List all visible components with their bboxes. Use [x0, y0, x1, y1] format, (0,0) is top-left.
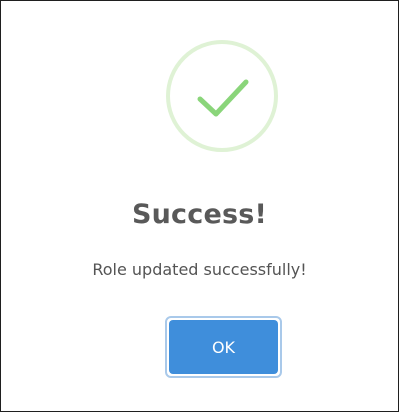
dialog-title: Success!	[131, 199, 268, 230]
dialog-message: Role updated successfully!	[92, 260, 307, 279]
dialog-frame: Success! Role updated successfully! OK	[0, 0, 399, 412]
ok-button-label: OK	[169, 320, 278, 374]
success-dialog: Success! Role updated successfully! OK	[1, 1, 398, 411]
ok-button[interactable]: OK	[165, 316, 282, 378]
success-check-icon	[164, 38, 280, 154]
